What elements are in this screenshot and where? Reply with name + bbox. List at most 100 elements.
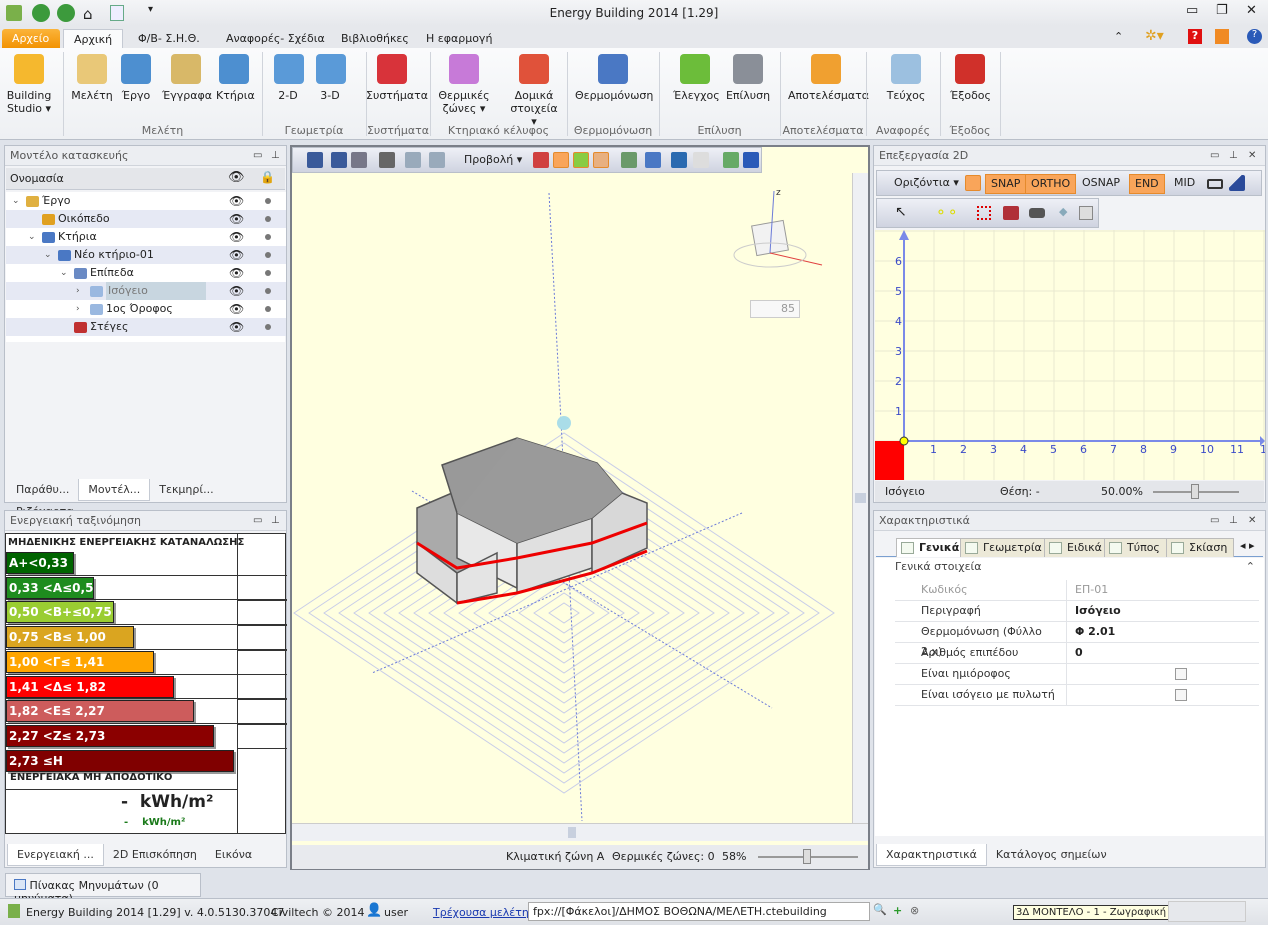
visibility-icon[interactable]: 👁 xyxy=(229,282,244,300)
visibility-icon[interactable]: 👁 xyxy=(229,318,244,336)
diamond-icon[interactable]: ◆ xyxy=(1059,205,1067,218)
help-icon[interactable]: ? xyxy=(1247,29,1262,44)
property-value[interactable]: ΕΠ-01 xyxy=(1075,580,1108,600)
tree-item[interactable]: › 1ος Όροφος 👁 xyxy=(6,300,286,318)
mode-snap[interactable]: SNAP xyxy=(985,174,1027,194)
ribbon-button[interactable]: Θερμομόνωση xyxy=(575,54,653,102)
expand-right-icon[interactable]: › xyxy=(76,300,80,318)
pin-icon[interactable]: ⊥ xyxy=(271,150,280,161)
add-icon[interactable]: + xyxy=(893,904,902,917)
property-row[interactable]: Θερμομόνωση (Φύλλο 2.x) Φ 2.01 xyxy=(895,622,1259,658)
landscape-icon[interactable] xyxy=(621,152,637,168)
lock-dot-icon[interactable] xyxy=(265,198,271,204)
refresh-icon[interactable] xyxy=(723,152,739,168)
tree-item[interactable]: Οικόπεδο 👁 xyxy=(6,210,286,228)
clear-icon[interactable]: ⊗ xyxy=(910,904,919,917)
lock-dot-icon[interactable] xyxy=(265,306,271,312)
ribbon-button[interactable]: Μελέτη xyxy=(70,54,114,102)
ribbon-button[interactable]: Έλεγχος xyxy=(673,54,720,102)
ribbon-button[interactable]: Αποτελέσματα xyxy=(788,54,869,102)
property-tab[interactable]: Σκίαση xyxy=(1166,538,1235,557)
panel-tab[interactable]: Κατάλογος σημείων xyxy=(987,844,1116,865)
panel-tab[interactable]: Παράθυ... xyxy=(7,479,78,500)
path-input[interactable]: fpx://[Φάκελοι]/ΔΗΜΟΣ ΒΟΘΩΝΑ/ΜΕΛΕΤΗ.cteb… xyxy=(528,902,870,921)
3d-scene[interactable]: z xyxy=(292,173,852,823)
collapse-icon[interactable]: ⌃ xyxy=(1246,560,1255,573)
panel-tab[interactable]: Χαρακτηριστικά xyxy=(876,844,987,866)
property-tab[interactable]: Ειδικά xyxy=(1044,538,1109,557)
select-arrow-icon[interactable]: ↖ xyxy=(895,204,907,220)
grid-snap-icon[interactable] xyxy=(965,175,981,191)
search-icon[interactable]: 🔍 xyxy=(873,903,887,916)
ribbon-button[interactable]: Building Studio ▾ xyxy=(6,54,52,115)
eye-icon[interactable]: 👁 xyxy=(228,170,245,185)
2d-grid[interactable]: 1 2 3 4 5 6 7 8 9 10 11 1123456 xyxy=(875,230,1265,480)
collapse-ribbon-icon[interactable]: ⌃ xyxy=(1114,30,1123,43)
lock-dot-icon[interactable] xyxy=(265,234,271,240)
view-dropdown[interactable]: Προβολή ▾ xyxy=(459,151,527,171)
dimension-icon[interactable] xyxy=(1207,179,1223,189)
ribbon-button[interactable]: Έγγραφα xyxy=(162,54,212,102)
ribbon-button[interactable]: 3-D xyxy=(316,54,346,102)
rss-icon[interactable] xyxy=(1215,29,1229,44)
ribbon-button[interactable]: Δομικά στοιχεία ▾ xyxy=(507,54,561,128)
tab-libraries[interactable]: Βιβλιοθήκες xyxy=(331,29,419,49)
save-icon[interactable] xyxy=(307,152,323,168)
visibility-icon[interactable]: 👁 xyxy=(229,264,244,282)
print-icon[interactable] xyxy=(379,152,395,168)
zoom-slider-thumb[interactable] xyxy=(1191,484,1199,499)
ribbon-button[interactable]: 2-D xyxy=(274,54,304,102)
label-toggle-icon[interactable] xyxy=(553,152,569,168)
ruler-icon[interactable] xyxy=(1229,175,1245,191)
property-checkbox[interactable] xyxy=(1175,689,1187,701)
tab-application[interactable]: Η εφαρμογή xyxy=(416,29,502,49)
property-tab[interactable]: Γεωμετρία xyxy=(960,538,1049,557)
current-study-link[interactable]: Τρέχουσα μελέτη xyxy=(433,906,529,919)
undo-icon[interactable] xyxy=(405,152,421,168)
horizontal-scrollbar[interactable] xyxy=(292,823,868,841)
tree-item[interactable]: › Ισόγειο 👁 xyxy=(6,282,286,300)
maximize-icon[interactable]: ▭ xyxy=(253,515,262,526)
settings-icon[interactable]: ✲▾ xyxy=(1145,28,1164,44)
property-value[interactable]: 0 xyxy=(1075,643,1083,663)
property-row[interactable]: Αριθμός επιπέδου 0 xyxy=(895,643,1259,664)
messages-tab[interactable]: Πίνακας Μηνυμάτων (0 μηνύματα) xyxy=(5,873,201,905)
maximize-icon[interactable]: ▭ xyxy=(1210,150,1219,161)
pin-icon[interactable]: ⊥ xyxy=(1229,150,1238,161)
close-button[interactable]: ✕ xyxy=(1246,3,1257,18)
visibility-icon[interactable]: 👁 xyxy=(229,192,244,210)
visibility-icon[interactable]: 👁 xyxy=(229,246,244,264)
rectangle-icon[interactable] xyxy=(977,206,991,220)
camera-icon[interactable] xyxy=(351,152,367,168)
tab-pv[interactable]: Φ/Β- Σ.Η.Θ. xyxy=(128,29,210,49)
save-as-icon[interactable] xyxy=(331,152,347,168)
tree-item[interactable]: Στέγες 👁 xyxy=(6,318,286,336)
ribbon-button[interactable]: Συστήματα xyxy=(366,54,428,102)
pin-icon[interactable]: ⊥ xyxy=(271,515,280,526)
panel-tab[interactable]: Εικόνα xyxy=(206,844,261,865)
zoom-slider-thumb[interactable] xyxy=(803,849,811,864)
mode-mid[interactable]: MID xyxy=(1169,174,1200,194)
eraser-icon[interactable] xyxy=(1029,208,1045,218)
visibility-icon[interactable]: 👁 xyxy=(229,300,244,318)
help-icon[interactable] xyxy=(743,152,759,168)
property-checkbox[interactable] xyxy=(1175,668,1187,680)
maximize-icon[interactable]: ▭ xyxy=(1210,515,1219,526)
tab-file[interactable]: Αρχείο xyxy=(2,29,60,49)
pin-icon[interactable]: ⊥ xyxy=(1229,515,1238,526)
lock-dot-icon[interactable] xyxy=(265,216,271,222)
ribbon-button[interactable]: Κτήρια xyxy=(216,54,255,102)
expand-down-icon[interactable]: ⌄ xyxy=(28,228,36,246)
ribbon-button[interactable]: Επίλυση xyxy=(725,54,771,102)
3d-viewport[interactable]: Προβολή ▾ 85 z Κλιματική ζώνη A Θερμικές… xyxy=(290,145,870,870)
element-toggle-icon[interactable] xyxy=(573,152,589,168)
property-tab[interactable]: Τύπος xyxy=(1104,538,1167,557)
close-icon[interactable]: ✕ xyxy=(1248,515,1256,526)
panel-tab[interactable]: Μοντέλ... xyxy=(78,479,151,501)
grid-icon[interactable] xyxy=(1079,206,1093,220)
wall-icon[interactable] xyxy=(1003,206,1019,220)
building-icon[interactable] xyxy=(645,152,661,168)
help-red-icon[interactable]: ? xyxy=(1188,29,1202,44)
column-header-name[interactable]: Ονομασία xyxy=(10,172,64,185)
2d-icon[interactable] xyxy=(671,152,687,168)
